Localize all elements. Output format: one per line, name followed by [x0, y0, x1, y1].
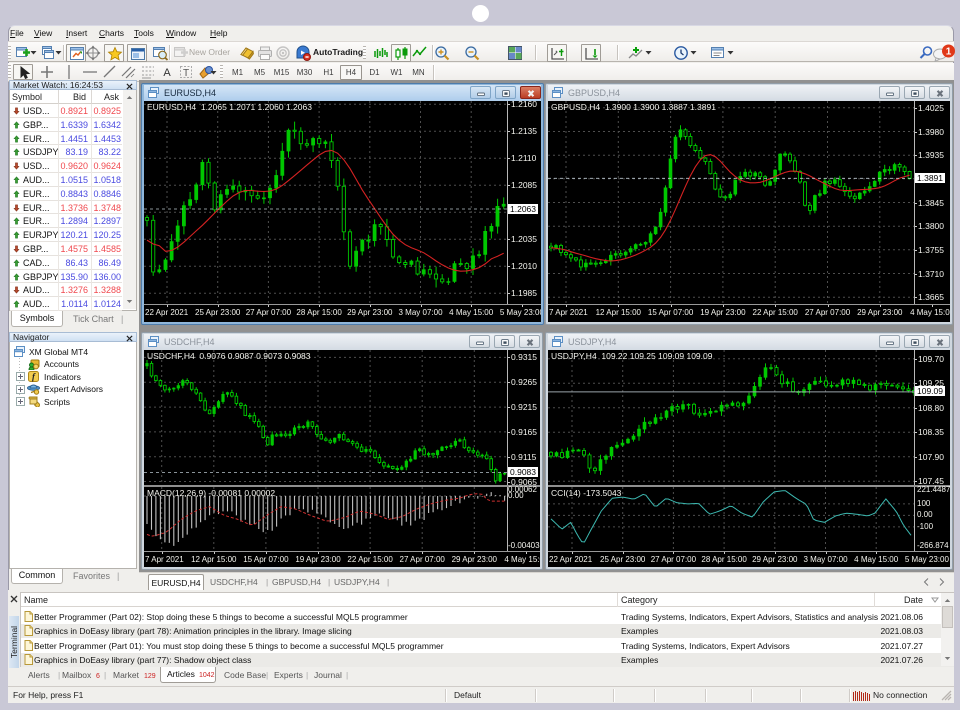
svg-text:1: 1	[946, 47, 952, 58]
svg-text:A: A	[163, 67, 171, 79]
svg-text:T: T	[183, 68, 189, 79]
